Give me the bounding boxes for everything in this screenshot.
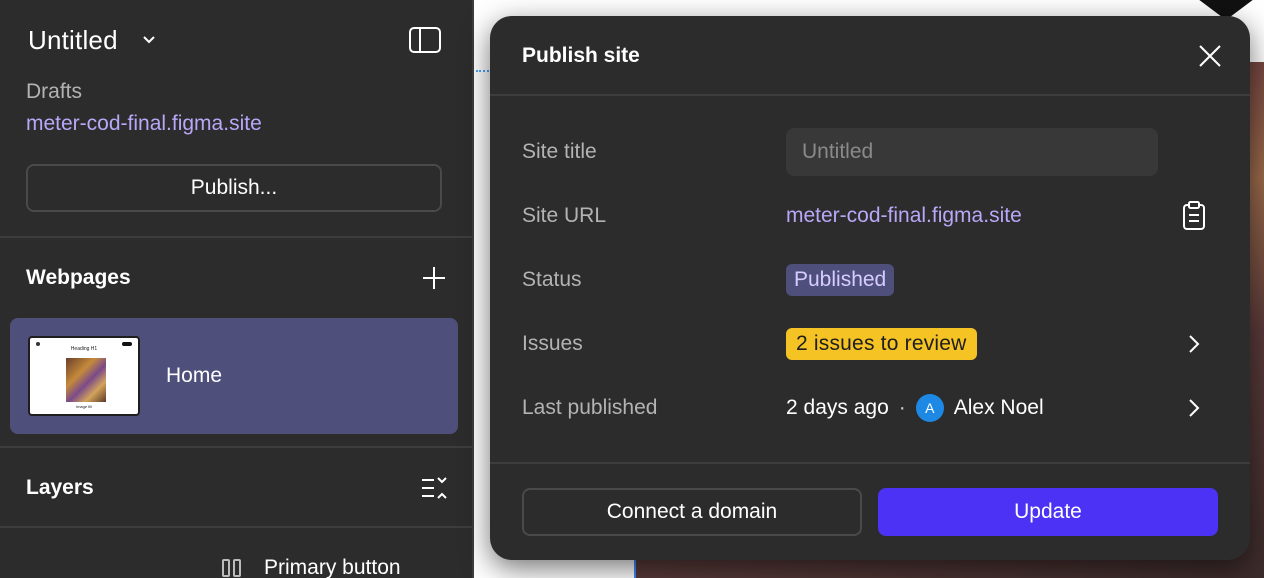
sidebar-divider (0, 236, 472, 238)
status-badge: Published (786, 264, 895, 296)
file-menu[interactable]: Untitled (28, 24, 156, 56)
sidebar-divider (0, 526, 472, 528)
thumbnail-caption: Image fill (75, 404, 92, 409)
layer-label: Primary button (264, 556, 401, 578)
site-title-label: Site title (522, 140, 597, 163)
left-sidebar: Untitled Drafts meter-cod-final.figma.si… (0, 0, 474, 578)
separator-dot: · (898, 396, 906, 419)
plus-icon[interactable] (420, 264, 448, 292)
file-title: Untitled (28, 24, 118, 55)
page-thumbnail: Heading H1 Image fill (28, 336, 140, 416)
dialog-title: Publish site (522, 44, 640, 67)
layer-item[interactable]: Primary button (220, 556, 401, 578)
thumbnail-image (66, 358, 106, 402)
dialog-header: Publish site (490, 16, 1250, 96)
update-button[interactable]: Update (878, 488, 1218, 536)
page-name: Home (166, 364, 223, 387)
issues-label: Issues (522, 332, 583, 355)
sidebar-toggle-icon[interactable] (408, 26, 442, 54)
last-published-label: Last published (522, 396, 658, 419)
webpages-title: Webpages (26, 266, 131, 289)
sidebar-divider (0, 446, 472, 448)
site-url-link[interactable]: meter-cod-final.figma.site (786, 204, 1022, 228)
site-title-input[interactable] (786, 128, 1158, 176)
close-icon[interactable] (1196, 42, 1224, 70)
author-name: Alex Noel (953, 396, 1044, 419)
avatar: A (915, 394, 944, 422)
layout-columns-icon (220, 556, 244, 578)
layers-title: Layers (26, 476, 94, 499)
dialog-footer-divider (490, 462, 1250, 464)
site-link[interactable]: meter-cod-final.figma.site (26, 112, 262, 136)
chevron-down-icon[interactable] (142, 35, 156, 45)
last-published-info: 2 days ago · A Alex Noel (786, 392, 1044, 424)
page-item-home[interactable]: Heading H1 Image fill Home (10, 318, 458, 434)
publish-site-dialog: Publish site Site title Site URL meter-c… (490, 16, 1250, 560)
last-published-time: 2 days ago (786, 396, 889, 419)
publish-button[interactable]: Publish... (26, 164, 442, 212)
site-url-label: Site URL (522, 204, 607, 227)
chevron-right-icon[interactable] (1182, 396, 1206, 420)
connect-domain-button[interactable]: Connect a domain (522, 488, 862, 536)
drafts-label: Drafts (26, 80, 83, 103)
thumbnail-heading: Heading H1 (70, 346, 98, 352)
chevron-right-icon[interactable] (1182, 332, 1206, 356)
issues-badge[interactable]: 2 issues to review (786, 328, 977, 360)
clipboard-icon[interactable] (1180, 200, 1208, 232)
collapse-layers-icon[interactable] (420, 476, 448, 502)
status-label: Status (522, 268, 582, 291)
